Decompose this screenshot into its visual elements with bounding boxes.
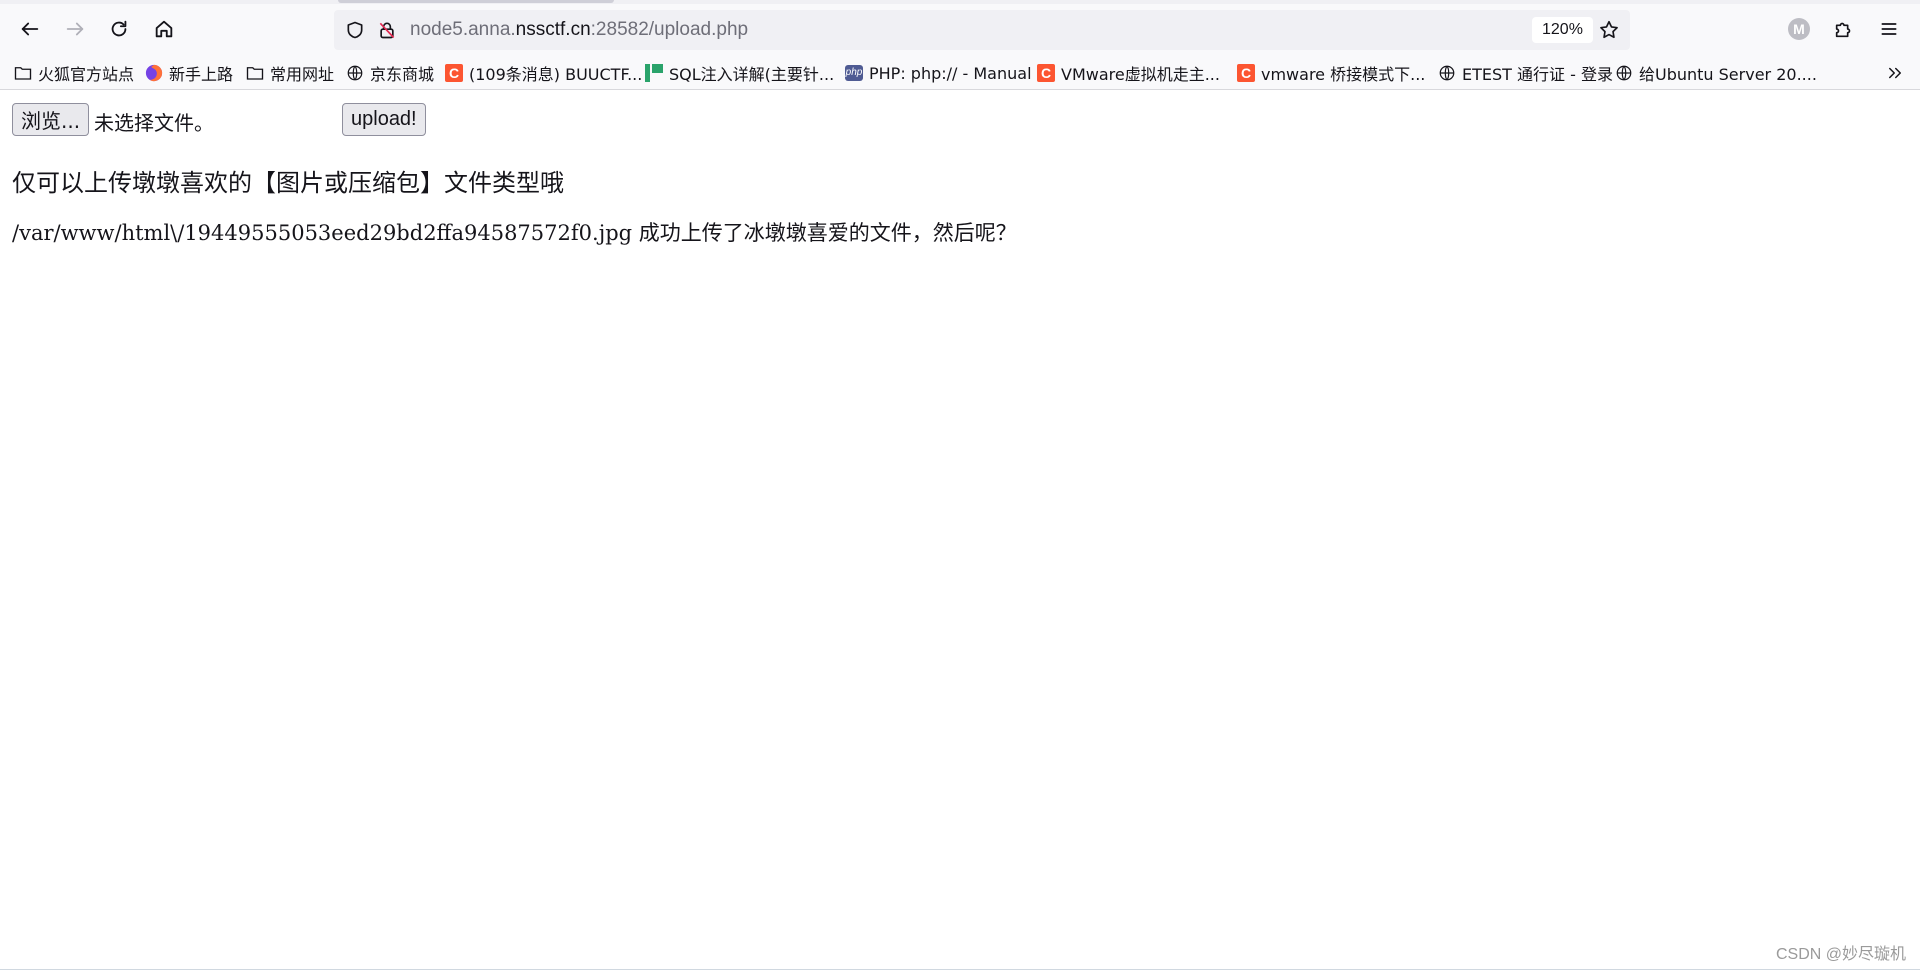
reload-button[interactable] bbox=[102, 12, 136, 46]
csdn-icon: C bbox=[1037, 64, 1055, 82]
reload-icon bbox=[111, 20, 127, 37]
bookmarks-overflow-button[interactable] bbox=[1882, 61, 1908, 85]
globe-icon bbox=[1438, 64, 1456, 82]
puzzle-icon bbox=[1835, 22, 1851, 38]
forward-button[interactable] bbox=[58, 12, 92, 46]
extensions-button[interactable] bbox=[1828, 13, 1860, 45]
bookmark-item[interactable]: C VMware虚拟机走主... bbox=[1037, 61, 1220, 85]
php-icon: php bbox=[845, 64, 863, 82]
bookmark-item[interactable]: SQL注入详解(主要针... bbox=[645, 61, 834, 85]
navigation-toolbar: node5.anna.nssctf.cn:28582/upload.php 12… bbox=[0, 4, 1920, 56]
folder-icon bbox=[246, 64, 264, 82]
globe-icon bbox=[1615, 64, 1633, 82]
avatar: M bbox=[1788, 18, 1810, 40]
double-chevron-right-icon bbox=[1889, 67, 1901, 79]
file-selection-status: 未选择文件。 bbox=[94, 111, 214, 135]
bottom-divider bbox=[0, 969, 1920, 970]
bookmark-item[interactable]: C (109条消息) BUUCTF... bbox=[445, 61, 642, 85]
active-tab-indicator[interactable] bbox=[338, 0, 614, 3]
bookmark-star-button[interactable] bbox=[1596, 17, 1622, 43]
arrow-left-icon bbox=[21, 22, 39, 36]
tracking-protection-shield-icon[interactable] bbox=[344, 19, 366, 41]
page-heading: 仅可以上传墩墩喜欢的【图片或压缩包】文件类型哦 bbox=[12, 169, 564, 197]
csdn-watermark: CSDN @妙尽璇机 bbox=[1775, 946, 1906, 963]
zoom-level-badge[interactable]: 120% bbox=[1532, 17, 1593, 43]
back-button[interactable] bbox=[13, 12, 47, 46]
bookmarks-toolbar: 火狐官方站点 新手上路 常用网址 京东商城 C (109条消息) BUUCTF.… bbox=[0, 56, 1920, 90]
bookmark-item[interactable]: 新手上路 bbox=[145, 61, 233, 85]
url-bar[interactable]: node5.anna.nssctf.cn:28582/upload.php 12… bbox=[334, 10, 1630, 50]
browse-file-button[interactable]: 浏览... bbox=[12, 103, 90, 136]
home-button[interactable] bbox=[147, 12, 181, 46]
url-text[interactable]: node5.anna.nssctf.cn:28582/upload.php bbox=[410, 19, 748, 41]
bookmark-item[interactable]: 给Ubuntu Server 20.... bbox=[1615, 61, 1817, 85]
bookmark-item[interactable]: 火狐官方站点 bbox=[14, 61, 134, 85]
csdn-icon: C bbox=[1237, 64, 1255, 82]
upload-button[interactable]: upload! bbox=[342, 103, 426, 136]
insecure-lock-icon[interactable] bbox=[376, 19, 398, 41]
firefox-icon bbox=[145, 64, 163, 82]
bookmark-item[interactable]: 京东商城 bbox=[346, 61, 434, 85]
sql-site-icon bbox=[645, 64, 663, 82]
menu-button[interactable] bbox=[1873, 13, 1905, 45]
csdn-icon: C bbox=[445, 64, 463, 82]
bookmark-item[interactable]: ETEST 通行证 - 登录 bbox=[1438, 61, 1613, 85]
bookmark-item[interactable]: 常用网址 bbox=[246, 61, 334, 85]
folder-icon bbox=[14, 64, 32, 82]
bookmark-item[interactable]: C vmware 桥接模式下... bbox=[1237, 61, 1425, 85]
hamburger-menu-icon bbox=[1881, 23, 1897, 35]
upload-result-message: /var/www/html\/19449555053eed29bd2ffa945… bbox=[12, 221, 1017, 245]
bookmark-item[interactable]: php PHP: php:// - Manual bbox=[845, 61, 1032, 85]
globe-icon bbox=[346, 64, 364, 82]
home-icon bbox=[155, 20, 173, 38]
arrow-right-icon bbox=[66, 22, 84, 36]
page-content: 浏览... 未选择文件。 upload! 仅可以上传墩墩喜欢的【图片或压缩包】文… bbox=[0, 91, 1920, 974]
account-button[interactable]: M bbox=[1783, 13, 1815, 45]
star-icon bbox=[1600, 20, 1618, 39]
